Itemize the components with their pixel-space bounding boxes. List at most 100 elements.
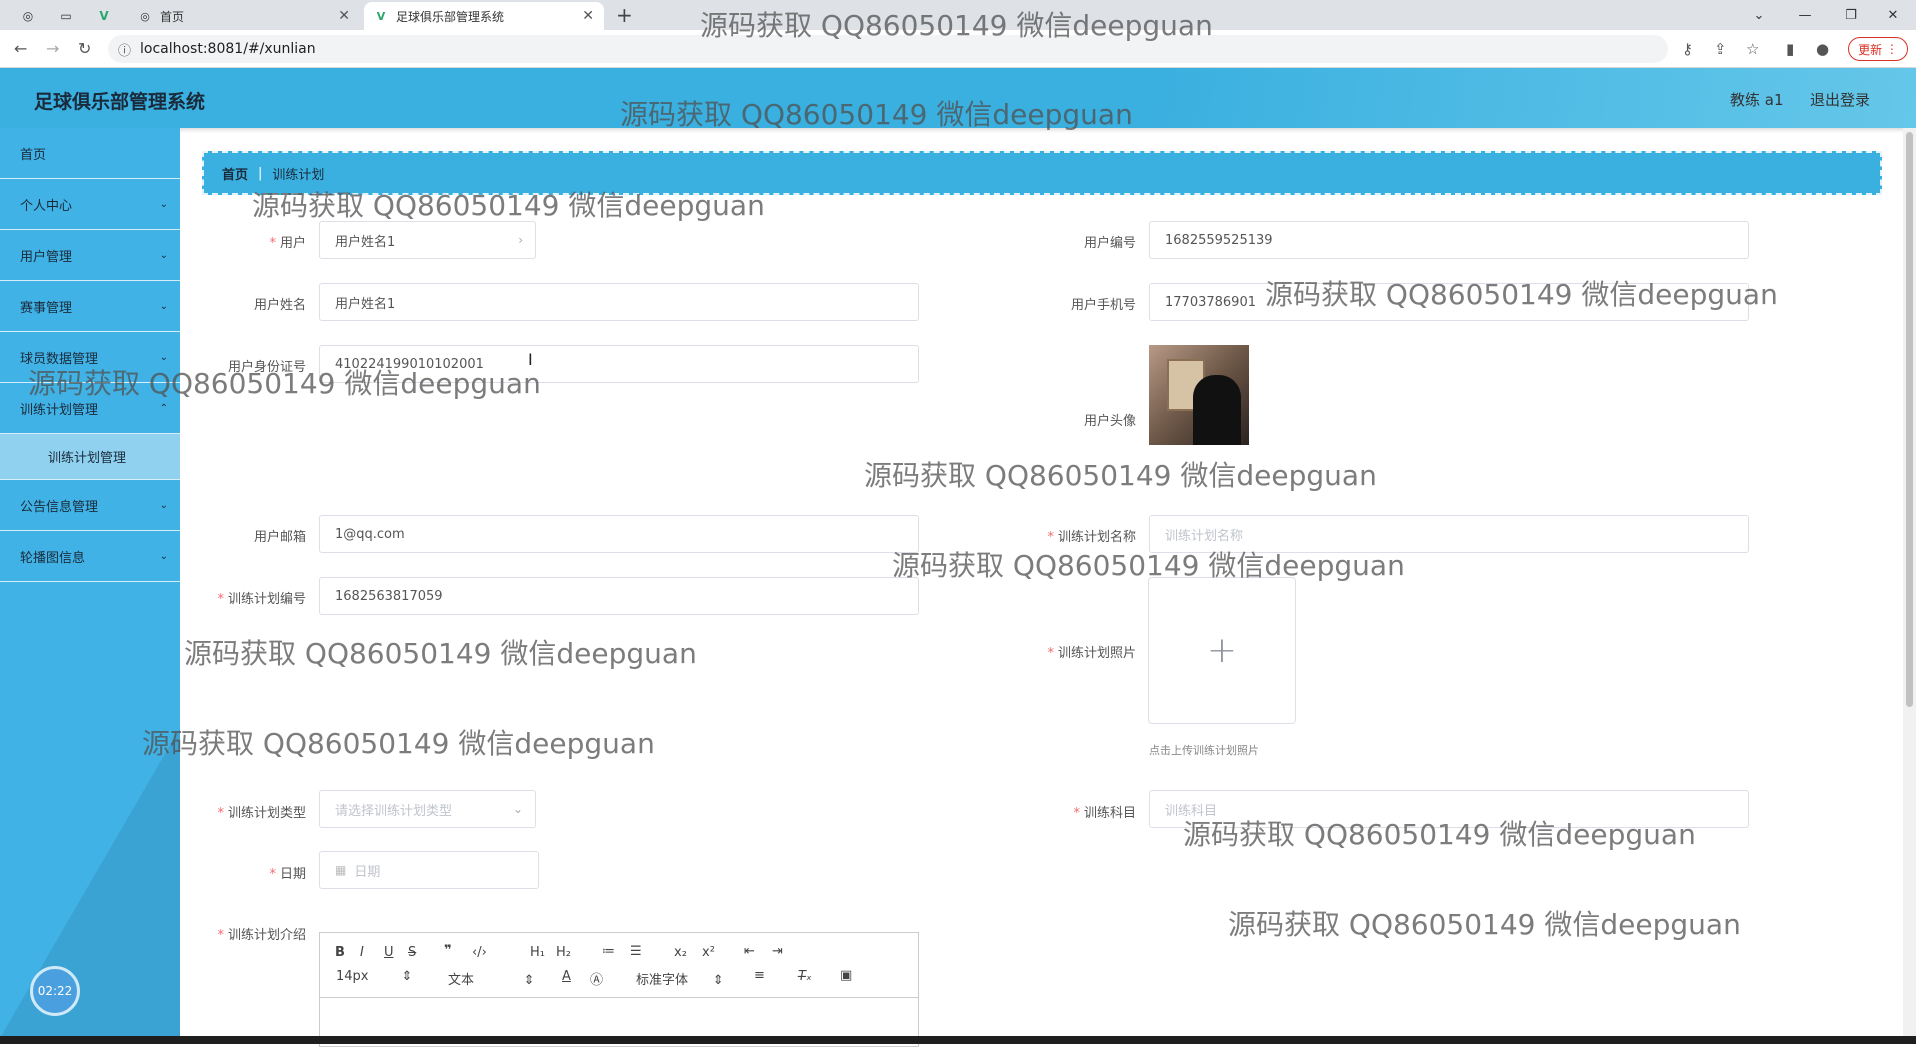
vue-logo-icon: V — [99, 9, 109, 23]
plan-name-field[interactable]: 训练计划名称 — [1149, 515, 1749, 553]
sidebar: 首页 个人中心 ⌄ 用户管理 ⌄ 赛事管理 ⌄ 球员数据管理 ⌄ 训练计划管理 ⌃ 训练计… — [0, 128, 180, 1038]
subject-field[interactable]: 训练科目 — [1149, 790, 1749, 828]
close-icon[interactable]: ✕ — [338, 8, 350, 24]
profile-icon[interactable]: ● — [1816, 40, 1829, 58]
page-scrollbar[interactable] — [1903, 128, 1916, 1038]
blank-page-icon: ▭ — [60, 9, 72, 23]
user-label: 教练 a1 — [1730, 91, 1784, 109]
update-button[interactable]: 更新 ⋮ — [1848, 37, 1908, 61]
indent-icon[interactable]: ⇥ — [772, 944, 783, 959]
id-label: 用户身份证号 — [227, 360, 306, 375]
sidebar-item-home[interactable]: 首页 — [0, 128, 180, 179]
image-icon[interactable]: ▣ — [840, 968, 852, 983]
heading1-icon[interactable]: H₁ — [530, 945, 545, 960]
app-header: 足球俱乐部管理系统 教练 a1 退出登录 — [0, 68, 1916, 128]
date-picker[interactable]: ▦ 日期 — [319, 851, 539, 889]
sidebar-subitem-training-plan[interactable]: 训练计划管理 — [0, 434, 180, 480]
font-family-select[interactable]: 标准字体 ⇕ — [636, 969, 724, 988]
avatar-label: 用户头像 — [1083, 414, 1136, 429]
superscript-icon[interactable]: x² — [702, 945, 715, 960]
subscript-icon[interactable]: x₂ — [674, 945, 687, 960]
logout-link[interactable]: 退出登录 — [1810, 89, 1870, 110]
sidebar-item-personal-center[interactable]: 个人中心 ⌄ — [0, 179, 180, 230]
plan-no-field[interactable]: 1682563817059 — [319, 577, 919, 615]
plan-no-label: * 训练计划编号 — [217, 592, 306, 607]
sidebar-item-label: 球员数据管理 — [20, 351, 99, 367]
outdent-icon[interactable]: ⇤ — [744, 944, 755, 959]
id-field[interactable]: 410224199010102001 — [319, 345, 919, 383]
blockquote-icon[interactable]: ❞ — [444, 943, 452, 958]
restore-button[interactable]: ❐ — [1828, 0, 1874, 30]
background-color-icon[interactable]: Ⓐ — [590, 969, 603, 988]
share-icon[interactable]: ⇪ — [1714, 40, 1727, 58]
user-select[interactable]: 用户姓名1 › — [319, 221, 536, 259]
tab-home[interactable]: ◎ 首页 ✕ — [128, 2, 360, 30]
font-color-icon[interactable]: A — [562, 969, 571, 984]
rich-text-editor: B I U S ❞ ‹/› H₁ H₂ ≔ ☰ x₂ x² ⇤ ⇥ 14px ⇕… — [319, 932, 919, 1047]
new-tab-button[interactable]: + — [616, 3, 633, 27]
heading2-icon[interactable]: H₂ — [556, 945, 571, 960]
key-icon[interactable]: ⚷ — [1682, 40, 1693, 58]
italic-icon[interactable]: I — [360, 945, 364, 960]
font-size-select[interactable]: 14px ⇕ — [336, 969, 412, 984]
phone-value: 17703786901 — [1165, 294, 1256, 310]
close-icon[interactable]: ✕ — [582, 8, 594, 24]
breadcrumb: 首页 | 训练计划 — [202, 151, 1882, 195]
user-name-field[interactable]: 用户姓名1 — [319, 283, 919, 321]
sidebar-item-training-plan[interactable]: 训练计划管理 ⌃ — [0, 383, 180, 434]
plan-type-select[interactable]: 请选择训练计划类型 ⌄ — [319, 790, 536, 828]
browser-tab-bar: ◎ ▭ V ◎ 首页 ✕ V 足球俱乐部管理系统 ✕ + ⌄ — ❐ ✕ — [0, 0, 1916, 30]
phone-field[interactable]: 17703786901 — [1149, 283, 1749, 321]
minimize-button[interactable]: — — [1782, 0, 1828, 30]
forward-arrow-icon[interactable]: → — [46, 39, 59, 58]
email-label: 用户邮箱 — [253, 530, 306, 545]
editor-toolbar: B I U S ❞ ‹/› H₁ H₂ ≔ ☰ x₂ x² ⇤ ⇥ 14px ⇕… — [320, 933, 918, 998]
photo-uploader[interactable]: + — [1148, 577, 1296, 724]
back-arrow-icon[interactable]: ← — [14, 39, 27, 58]
user-label: * 用户 — [269, 236, 306, 251]
pinned-tab-1[interactable]: ◎ — [14, 2, 42, 30]
app-title: 足球俱乐部管理系统 — [34, 91, 206, 113]
subject-label: * 训练科目 — [1073, 806, 1136, 821]
id-value: 410224199010102001 — [335, 356, 484, 372]
bold-icon[interactable]: B — [335, 945, 345, 960]
sidebar-item-label: 用户管理 — [20, 249, 73, 265]
user-no-field[interactable]: 1682559525139 — [1149, 221, 1749, 259]
clock-badge: 02:22 — [30, 966, 80, 1016]
ordered-list-icon[interactable]: ≔ — [602, 944, 615, 959]
vue-logo-icon: V — [376, 9, 386, 23]
info-icon[interactable]: ⓘ — [118, 40, 131, 59]
pinned-tab-2[interactable]: ▭ — [52, 2, 80, 30]
clear-format-icon[interactable]: T̶ₓ — [798, 969, 812, 984]
url-field[interactable]: ⓘ localhost:8081/#/xunlian — [108, 35, 1668, 63]
email-field[interactable]: 1@qq.com — [319, 515, 919, 553]
chevron-down-icon[interactable]: ⌄ — [1736, 0, 1782, 30]
strikethrough-icon[interactable]: S — [408, 945, 416, 960]
breadcrumb-home[interactable]: 首页 — [222, 164, 248, 183]
sidebar-item-label: 首页 — [20, 147, 47, 163]
user-no-value: 1682559525139 — [1165, 232, 1273, 248]
text-cursor-icon: I — [528, 350, 533, 369]
url-text: localhost:8081/#/xunlian — [140, 41, 316, 57]
sidebar-item-label: 赛事管理 — [20, 300, 73, 316]
user-name-value: 用户姓名1 — [335, 296, 396, 312]
sidepanel-icon[interactable]: ▮ — [1786, 40, 1794, 58]
plan-photo-label: * 训练计划照片 — [1047, 646, 1136, 661]
scrollbar-thumb[interactable] — [1906, 132, 1913, 707]
sidebar-item-label: 训练计划管理 — [48, 451, 127, 466]
tab-title: 首页 — [160, 9, 185, 24]
star-icon[interactable]: ☆ — [1746, 40, 1759, 58]
reload-icon[interactable]: ↻ — [78, 39, 91, 58]
plus-icon: + — [1206, 630, 1238, 671]
underline-icon[interactable]: U — [384, 945, 394, 960]
align-icon[interactable]: ≡ — [754, 968, 765, 983]
bullet-list-icon[interactable]: ☰ — [630, 944, 642, 959]
code-icon[interactable]: ‹/› — [472, 945, 487, 960]
tab-active[interactable]: V 足球俱乐部管理系统 ✕ — [364, 2, 604, 30]
chevron-down-icon: ⌄ — [512, 802, 523, 816]
sidebar-item-announcements[interactable]: 公告信息管理 ⌄ — [0, 480, 180, 531]
header-select[interactable]: 文本 ⇕ — [448, 969, 535, 988]
sidebar-decoration — [0, 728, 180, 1038]
window-close-button[interactable]: ✕ — [1870, 0, 1916, 30]
pinned-tab-3[interactable]: V — [90, 2, 118, 30]
